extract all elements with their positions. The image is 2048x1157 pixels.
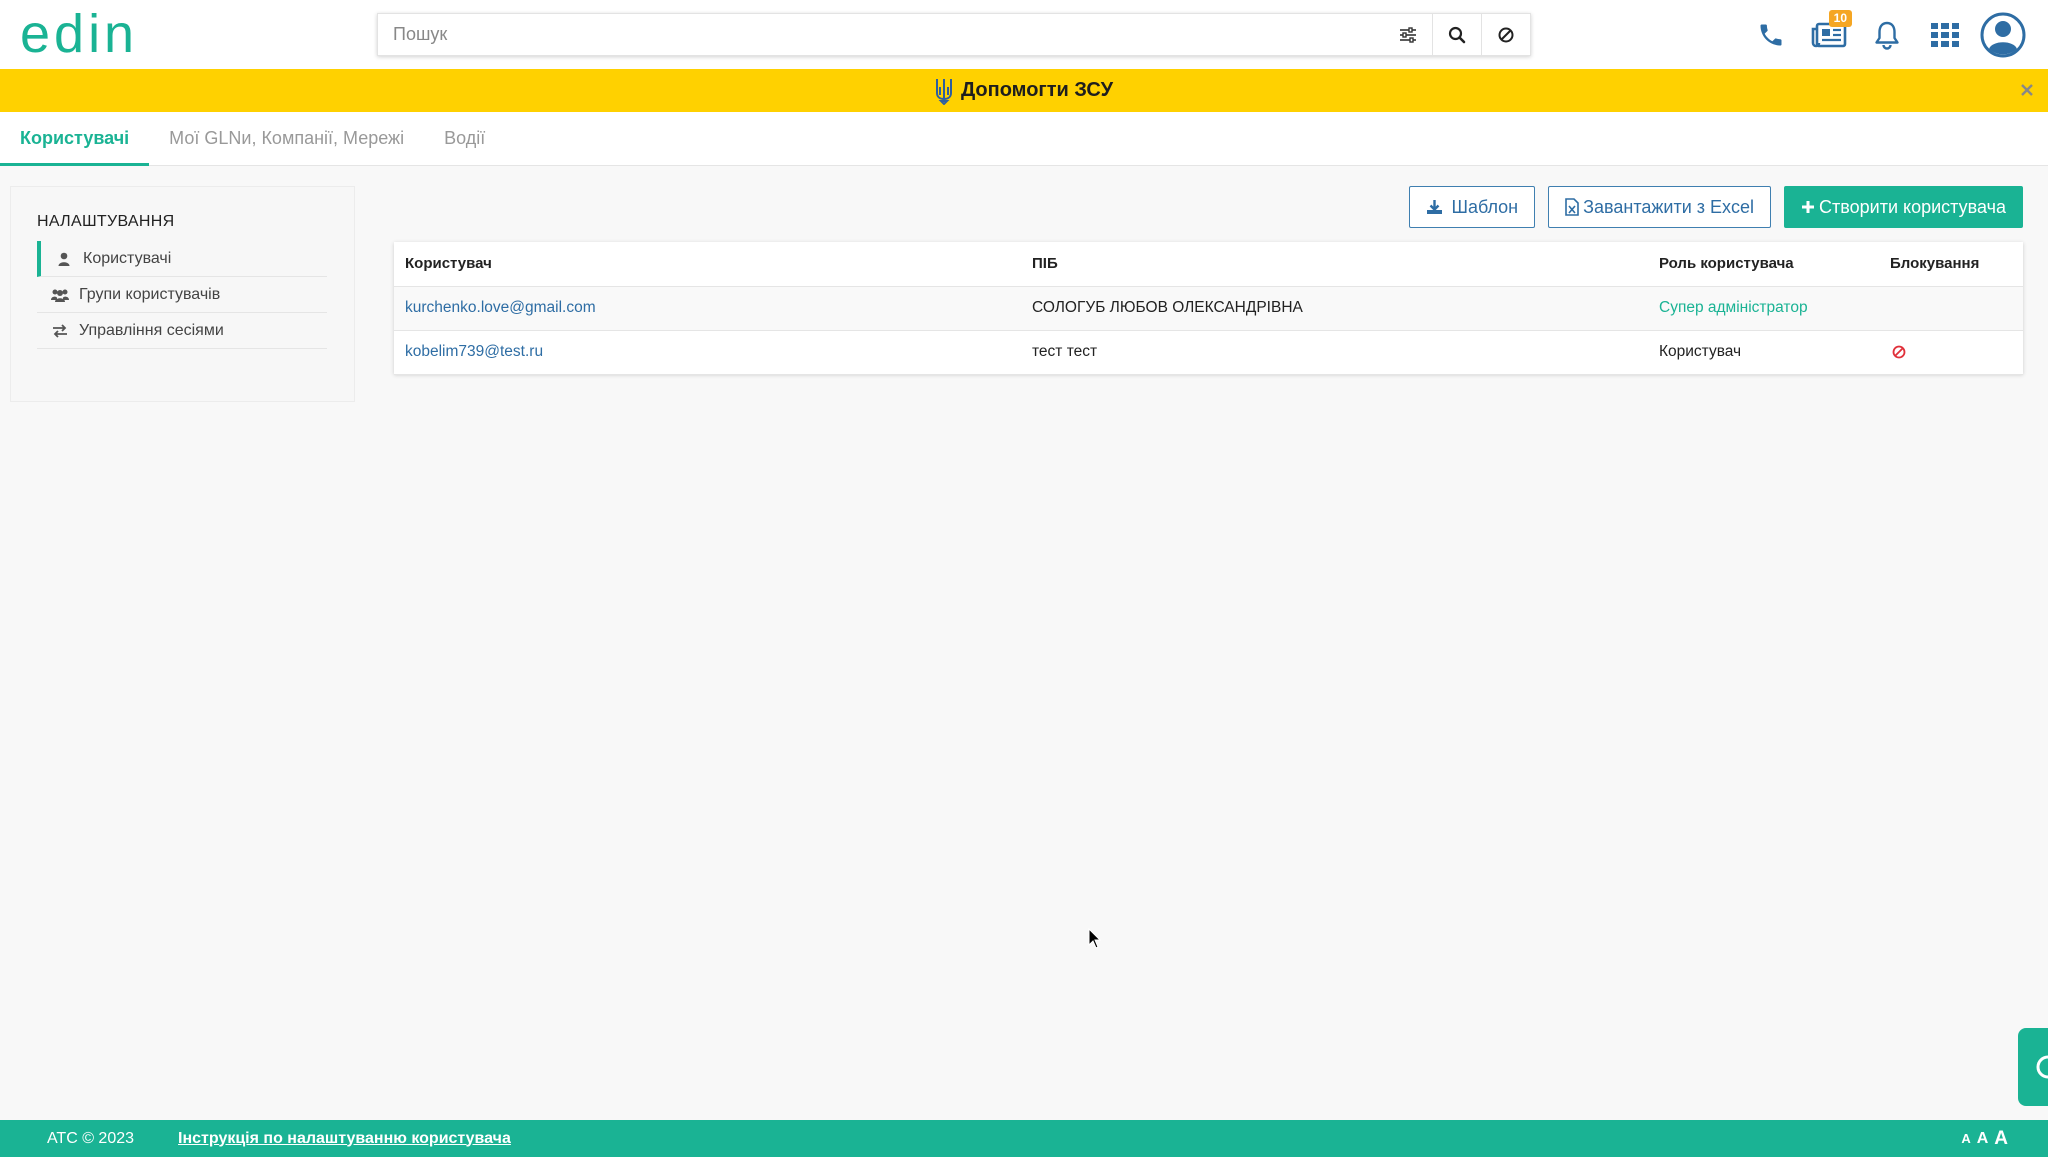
settings-sidebar: НАЛАШТУВАННЯ Користувачі Групи користува… — [10, 186, 355, 402]
create-user-button-label: Створити користувача — [1819, 196, 2006, 217]
tab-drivers[interactable]: Водії — [424, 112, 505, 166]
news-badge: 10 — [1828, 10, 1852, 27]
users-table: Користувач ПІБ Роль користувача Блокуван… — [394, 242, 2023, 375]
settings-tabs: Користувачі Мої GLNи, Компанії, Мережі В… — [0, 112, 2048, 166]
bell-icon — [1875, 21, 1899, 50]
font-size-small-button[interactable]: A — [1961, 1131, 1970, 1146]
notifications-button[interactable] — [1858, 10, 1916, 60]
upload-excel-button-label: Завантажити з Excel — [1583, 196, 1755, 217]
font-size-switcher: A A A — [1961, 1120, 2008, 1157]
news-button[interactable]: 10 — [1800, 10, 1858, 60]
sidebar-title: НАЛАШТУВАННЯ — [37, 213, 175, 230]
search-icon — [1448, 26, 1466, 43]
app-footer: АТС © 2023 Інструкція по налаштуванню ко… — [0, 1120, 2048, 1157]
clear-icon — [1498, 27, 1514, 42]
search-bar — [377, 13, 1531, 56]
upload-excel-button[interactable]: Завантажити з Excel — [1548, 186, 1772, 228]
user-blocking-cell — [1879, 330, 2023, 375]
phone-icon — [1760, 24, 1782, 46]
tab-glns-companies-networks[interactable]: Мої GLNи, Компанії, Мережі — [149, 112, 424, 166]
support-banner[interactable]: Допомогти ЗСУ — [0, 69, 2048, 112]
user-actions: Шаблон Завантажити з Excel Створити кори… — [1409, 186, 2023, 228]
edin-logo[interactable]: edin — [20, 10, 172, 60]
user-avatar-icon — [1980, 12, 2026, 58]
chat-widget-button[interactable] — [2018, 1028, 2048, 1106]
header-icons: 10 — [1742, 10, 2032, 60]
banner-close-button[interactable] — [2016, 79, 2038, 101]
user-role: Користувач — [1648, 330, 1879, 375]
user-role-link[interactable]: Супер адміністратор — [1659, 299, 1808, 316]
template-button[interactable]: Шаблон — [1409, 186, 1536, 228]
profile-button[interactable] — [1974, 10, 2032, 60]
trident-icon — [935, 78, 952, 105]
chat-icon — [2036, 1055, 2048, 1079]
table-row[interactable]: kurchenko.love@gmail.com СОЛОГУБ ЛЮБОВ О… — [394, 286, 2023, 331]
clear-search-button[interactable] — [1481, 14, 1530, 55]
sidebar-item-users[interactable]: Користувачі — [37, 241, 327, 277]
instruction-link[interactable]: Інструкція по налаштуванню користувача — [178, 1130, 511, 1148]
blocked-icon[interactable] — [1892, 345, 1906, 359]
sidebar-item-session-management[interactable]: Управління сесіями — [37, 313, 327, 349]
search-button[interactable] — [1432, 14, 1481, 55]
excel-file-icon — [1565, 198, 1579, 216]
column-header-full-name[interactable]: ПІБ — [1021, 242, 1648, 287]
banner-text[interactable]: Допомогти ЗСУ — [961, 79, 1113, 102]
user-email-link[interactable]: kobelim739@test.ru — [405, 343, 543, 360]
user-full-name: тест тест — [1021, 330, 1648, 375]
mouse-cursor-icon — [1088, 928, 1102, 949]
user-icon — [55, 251, 73, 267]
user-email-link[interactable]: kurchenko.love@gmail.com — [405, 299, 596, 316]
copyright-text: АТС © 2023 — [47, 1129, 135, 1147]
tab-users[interactable]: Користувачі — [0, 112, 150, 166]
plus-icon — [1801, 200, 1815, 214]
table-header-row: Користувач ПІБ Роль користувача Блокуван… — [394, 242, 2023, 287]
apps-button[interactable] — [1916, 10, 1974, 60]
create-user-button[interactable]: Створити користувача — [1784, 186, 2023, 228]
column-header-role[interactable]: Роль користувача — [1648, 242, 1879, 287]
sidebar-item-label: Користувачі — [83, 249, 172, 267]
sidebar-item-label: Групи користувачів — [79, 285, 221, 303]
apps-grid-icon — [1931, 23, 1959, 47]
template-button-label: Шаблон — [1451, 196, 1519, 217]
table-row[interactable]: kobelim739@test.ru тест тест Користувач — [394, 330, 2023, 375]
sidebar-item-user-groups[interactable]: Групи користувачів — [37, 277, 327, 313]
sidebar-item-label: Управління сесіями — [79, 321, 224, 339]
column-header-blocking[interactable]: Блокування — [1879, 242, 2023, 287]
font-size-large-button[interactable]: A — [1994, 1128, 2008, 1150]
users-group-icon — [51, 287, 69, 303]
download-icon — [1426, 199, 1443, 215]
column-header-user[interactable]: Користувач — [394, 242, 1021, 287]
font-size-medium-button[interactable]: A — [1977, 1130, 1989, 1148]
filter-button[interactable] — [1383, 14, 1432, 55]
exchange-icon — [51, 323, 69, 339]
user-full-name: СОЛОГУБ ЛЮБОВ ОЛЕКСАНДРІВНА — [1021, 286, 1648, 331]
filter-sliders-icon — [1399, 26, 1416, 43]
svg-text:edin: edin — [20, 10, 138, 60]
app-header: edin Пошук 10 — [0, 0, 2048, 69]
user-blocking-cell — [1879, 286, 2023, 331]
phone-button[interactable] — [1742, 10, 1800, 60]
search-input[interactable] — [378, 14, 1383, 55]
close-icon — [2021, 84, 2033, 96]
